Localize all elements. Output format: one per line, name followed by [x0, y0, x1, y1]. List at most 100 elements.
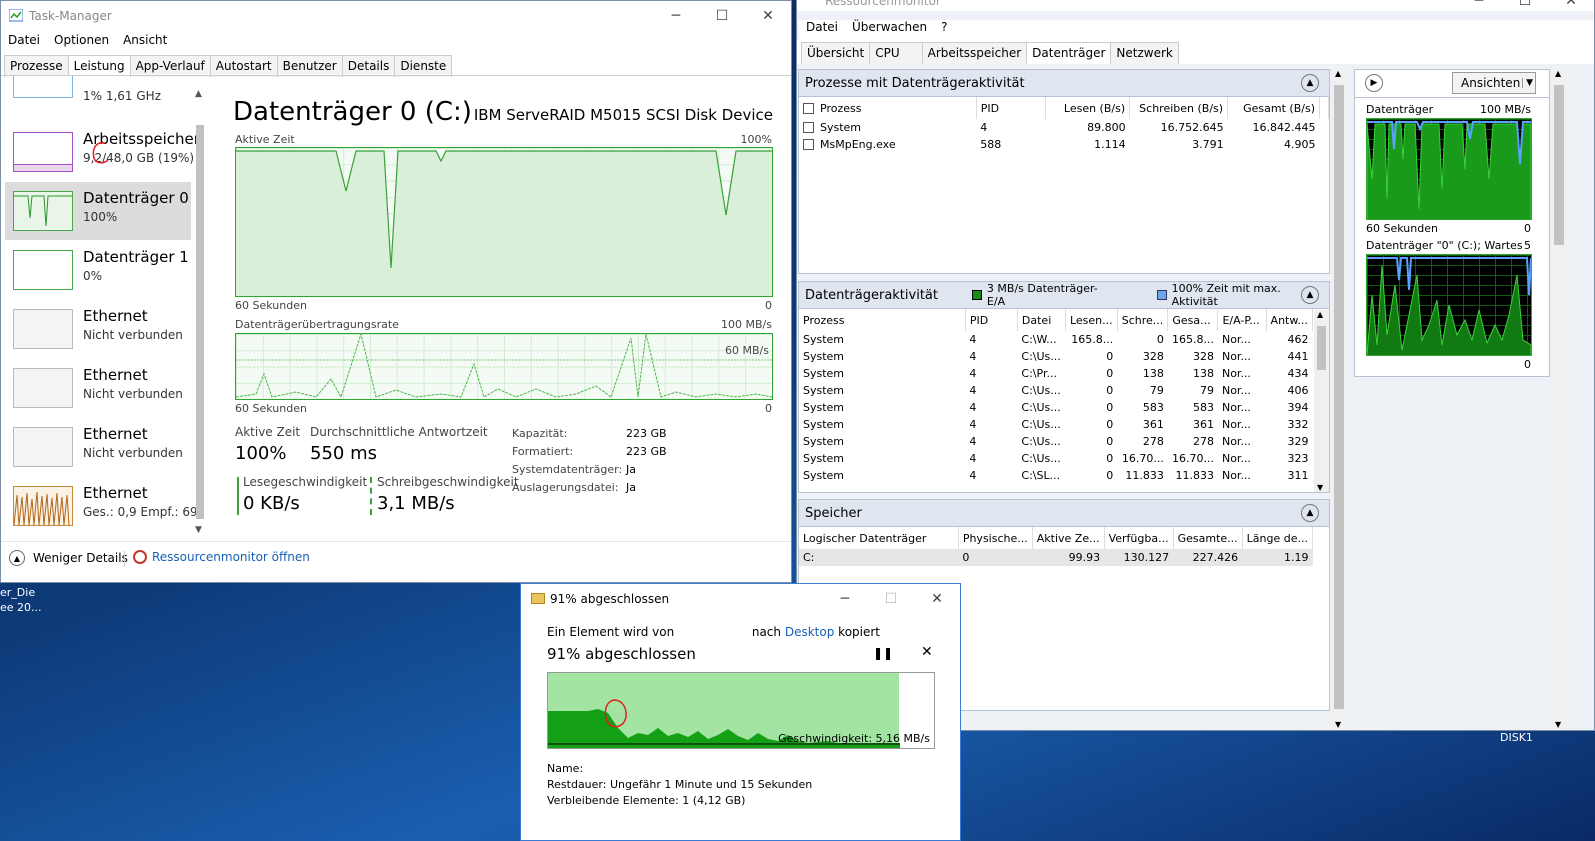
sidebar-item-disk1[interactable]: Datenträger 1 0%	[13, 244, 193, 300]
resmon-maximize-button[interactable]: ☐	[1502, 0, 1548, 16]
col-write[interactable]: Schre...	[1117, 309, 1169, 331]
tab-dienste[interactable]: Dienste	[394, 55, 453, 77]
col-total[interactable]: Gesamt (B/s)	[1227, 97, 1320, 119]
pause-button[interactable]: ❚❚	[873, 646, 893, 660]
copy-minimize-button[interactable]: ─	[822, 584, 868, 614]
sidebar-item-ethernet-2[interactable]: Ethernet Nicht verbunden	[13, 362, 193, 418]
table-row[interactable]: System 4 89.800 16.752.645 16.842.445	[799, 119, 1329, 136]
table-row[interactable]: System 4 C:\Us... 0 278 278 Nor... 329	[799, 433, 1313, 450]
active-time-graph	[235, 147, 773, 297]
menu-ansicht[interactable]: Ansicht	[116, 33, 174, 47]
resmon-titlebar[interactable]: Ressourcenmonitor ─ ☐ ✕	[797, 0, 1594, 11]
col-write[interactable]: Schreiben (B/s)	[1129, 97, 1229, 119]
copy-close-button[interactable]: ✕	[914, 584, 960, 614]
disk-activity-header[interactable]: Datenträgeraktivität 3 MB/s Datenträger-…	[799, 282, 1329, 309]
tab-leistung[interactable]: Leistung	[67, 55, 131, 77]
col-total[interactable]: Gesa...	[1167, 309, 1219, 331]
resmon-tab-disk[interactable]: Datenträger	[1026, 42, 1112, 64]
menu-optionen[interactable]: Optionen	[47, 33, 116, 47]
row-checkbox[interactable]	[803, 122, 814, 133]
transfer-rate-graph-max: 100 MB/s	[721, 318, 772, 331]
table-row[interactable]: System 4 C:\Us... 0 79 79 Nor... 406	[799, 382, 1313, 399]
resmon-menu-ueberwachen[interactable]: Überwachen	[845, 20, 934, 40]
table-row[interactable]: System 4 C:\Us... 0 16.70... 16.70... Nor... 32…	[799, 450, 1313, 467]
col-total[interactable]: Gesamte...	[1173, 527, 1243, 549]
tab-autostart[interactable]: Autostart	[209, 55, 278, 77]
row-checkbox[interactable]	[803, 139, 814, 150]
copy-maximize-button[interactable]: ☐	[868, 584, 914, 614]
chevron-up-icon[interactable]: ▲	[1301, 504, 1319, 522]
resmon-menu-datei[interactable]: Datei	[799, 20, 845, 40]
table-row[interactable]: System 4 C:\Pr... 0 138 138 Nor... 434	[799, 365, 1313, 382]
col-read[interactable]: Lesen...	[1065, 309, 1118, 331]
chevron-up-icon: ▲	[9, 550, 25, 566]
copy-dialog-titlebar[interactable]: 91% abgeschlossen ─ ☐ ✕	[521, 584, 960, 614]
menu-datei[interactable]: Datei	[1, 33, 47, 47]
table-row[interactable]: System 4 C:\W... 165.8... 0 165.8... Nor... 462	[799, 331, 1313, 348]
red-annotation-circle	[604, 699, 627, 728]
col-pid[interactable]: PID	[965, 309, 1018, 331]
col-logical-disk[interactable]: Logischer Datenträger	[799, 527, 959, 549]
resmon-tab-cpu[interactable]: CPU	[869, 42, 923, 64]
col-physical[interactable]: Physische...	[958, 527, 1033, 549]
destination-link[interactable]: Desktop	[785, 625, 835, 639]
select-all-checkbox[interactable]	[803, 102, 814, 114]
open-resmon-link[interactable]: Ressourcenmonitor öffnen	[133, 550, 310, 564]
table-row[interactable]: System 4 C:\Us... 0 361 361 Nor... 332	[799, 416, 1313, 433]
resmon-menu-help[interactable]: ?	[934, 20, 954, 40]
transfer-rate-graph: 60 MB/s	[235, 333, 773, 400]
tab-details[interactable]: Details	[341, 55, 396, 77]
col-available[interactable]: Verfügba...	[1104, 527, 1174, 549]
sidebar-item-ethernet-1[interactable]: Ethernet Nicht verbunden	[13, 303, 193, 359]
io-legend-swatch	[971, 290, 982, 300]
resmon-main-scrollbar[interactable]: ▲ ▼	[1332, 69, 1346, 729]
desktop-disk-label: DISK1	[1500, 731, 1533, 744]
task-manager-titlebar[interactable]: Task-Manager ─ ☐ ✕	[1, 1, 791, 31]
sidebar-item-cpu[interactable]: 1% 1,61 GHz	[13, 76, 193, 108]
expand-panel-button[interactable]: ▶	[1365, 74, 1383, 92]
sidebar-item-memory[interactable]: Arbeitsspeicher 9,2/48,0 GB (19%)	[13, 126, 200, 182]
sidebar-item-ethernet-4-title: Ethernet	[83, 484, 148, 502]
resmon-tab-overview[interactable]: Übersicht	[801, 42, 871, 64]
chevron-down-icon: ▼	[1522, 78, 1533, 88]
sidebar-scrollbar[interactable]: ▲ ▼	[193, 89, 207, 535]
table-row[interactable]: System 4 C:\SL... 0 11.833 11.833 Nor... 311	[799, 467, 1313, 484]
col-file[interactable]: Datei	[1017, 309, 1066, 331]
sidebar-item-ethernet-3[interactable]: Ethernet Nicht verbunden	[13, 421, 193, 477]
processes-section-header[interactable]: Prozesse mit Datenträgeraktivität ▲	[799, 70, 1329, 97]
resmon-tab-network[interactable]: Netzwerk	[1110, 42, 1179, 64]
tab-prozesse[interactable]: Prozesse	[4, 55, 69, 77]
col-pid[interactable]: PID	[976, 97, 1047, 119]
table-row[interactable]: C: 0 99.93 130.127 227.426 1.19	[799, 549, 1313, 566]
resmon-tab-memory[interactable]: Arbeitsspeicher	[921, 42, 1028, 64]
cancel-copy-button[interactable]: ✕	[921, 644, 933, 660]
views-button[interactable]: Ansichten ▼	[1452, 72, 1536, 94]
col-active-time[interactable]: Aktive Ze...	[1032, 527, 1105, 549]
col-process[interactable]: Prozess	[799, 309, 966, 331]
activity-scrollbar[interactable]: ▲ ▼	[1314, 310, 1329, 492]
sidebar-item-disk0[interactable]: Datenträger 0 (C:) 100%	[13, 185, 193, 241]
sidebar-item-ethernet-4[interactable]: Ethernet Ges.: 0,9 Empf.: 69,9	[13, 480, 203, 536]
chevron-up-icon[interactable]: ▲	[1301, 286, 1319, 304]
open-resmon-label: Ressourcenmonitor öffnen	[152, 550, 310, 564]
storage-header[interactable]: Speicher ▲	[799, 500, 1329, 527]
resmon-minimize-button[interactable]: ─	[1456, 0, 1502, 16]
minimize-button[interactable]: ─	[653, 1, 699, 31]
col-process[interactable]: Prozess	[799, 97, 977, 119]
tab-benutzer[interactable]: Benutzer	[276, 55, 343, 77]
table-row[interactable]: System 4 C:\Us... 0 328 328 Nor... 441	[799, 348, 1313, 365]
close-button[interactable]: ✕	[745, 1, 791, 31]
fewer-details-link[interactable]: ▲ Weniger Details	[9, 550, 128, 566]
maximize-button[interactable]: ☐	[699, 1, 745, 31]
col-io-priority[interactable]: E/A-P...	[1217, 309, 1267, 331]
resmon-close-button[interactable]: ✕	[1548, 0, 1594, 16]
tab-app-verlauf[interactable]: App-Verlauf	[129, 55, 211, 77]
task-manager-icon	[9, 9, 23, 22]
col-response[interactable]: Antw...	[1266, 309, 1314, 331]
table-row[interactable]: MsMpEng.exe 588 1.114 3.791 4.905	[799, 136, 1329, 153]
table-row[interactable]: System 4 C:\Us... 0 583 583 Nor... 394	[799, 399, 1313, 416]
col-read[interactable]: Lesen (B/s)	[1045, 97, 1131, 119]
col-queue-length[interactable]: Länge de...	[1242, 527, 1314, 549]
resmon-right-scrollbar[interactable]: ▲ ▼	[1552, 69, 1566, 729]
chevron-up-icon[interactable]: ▲	[1301, 74, 1319, 92]
